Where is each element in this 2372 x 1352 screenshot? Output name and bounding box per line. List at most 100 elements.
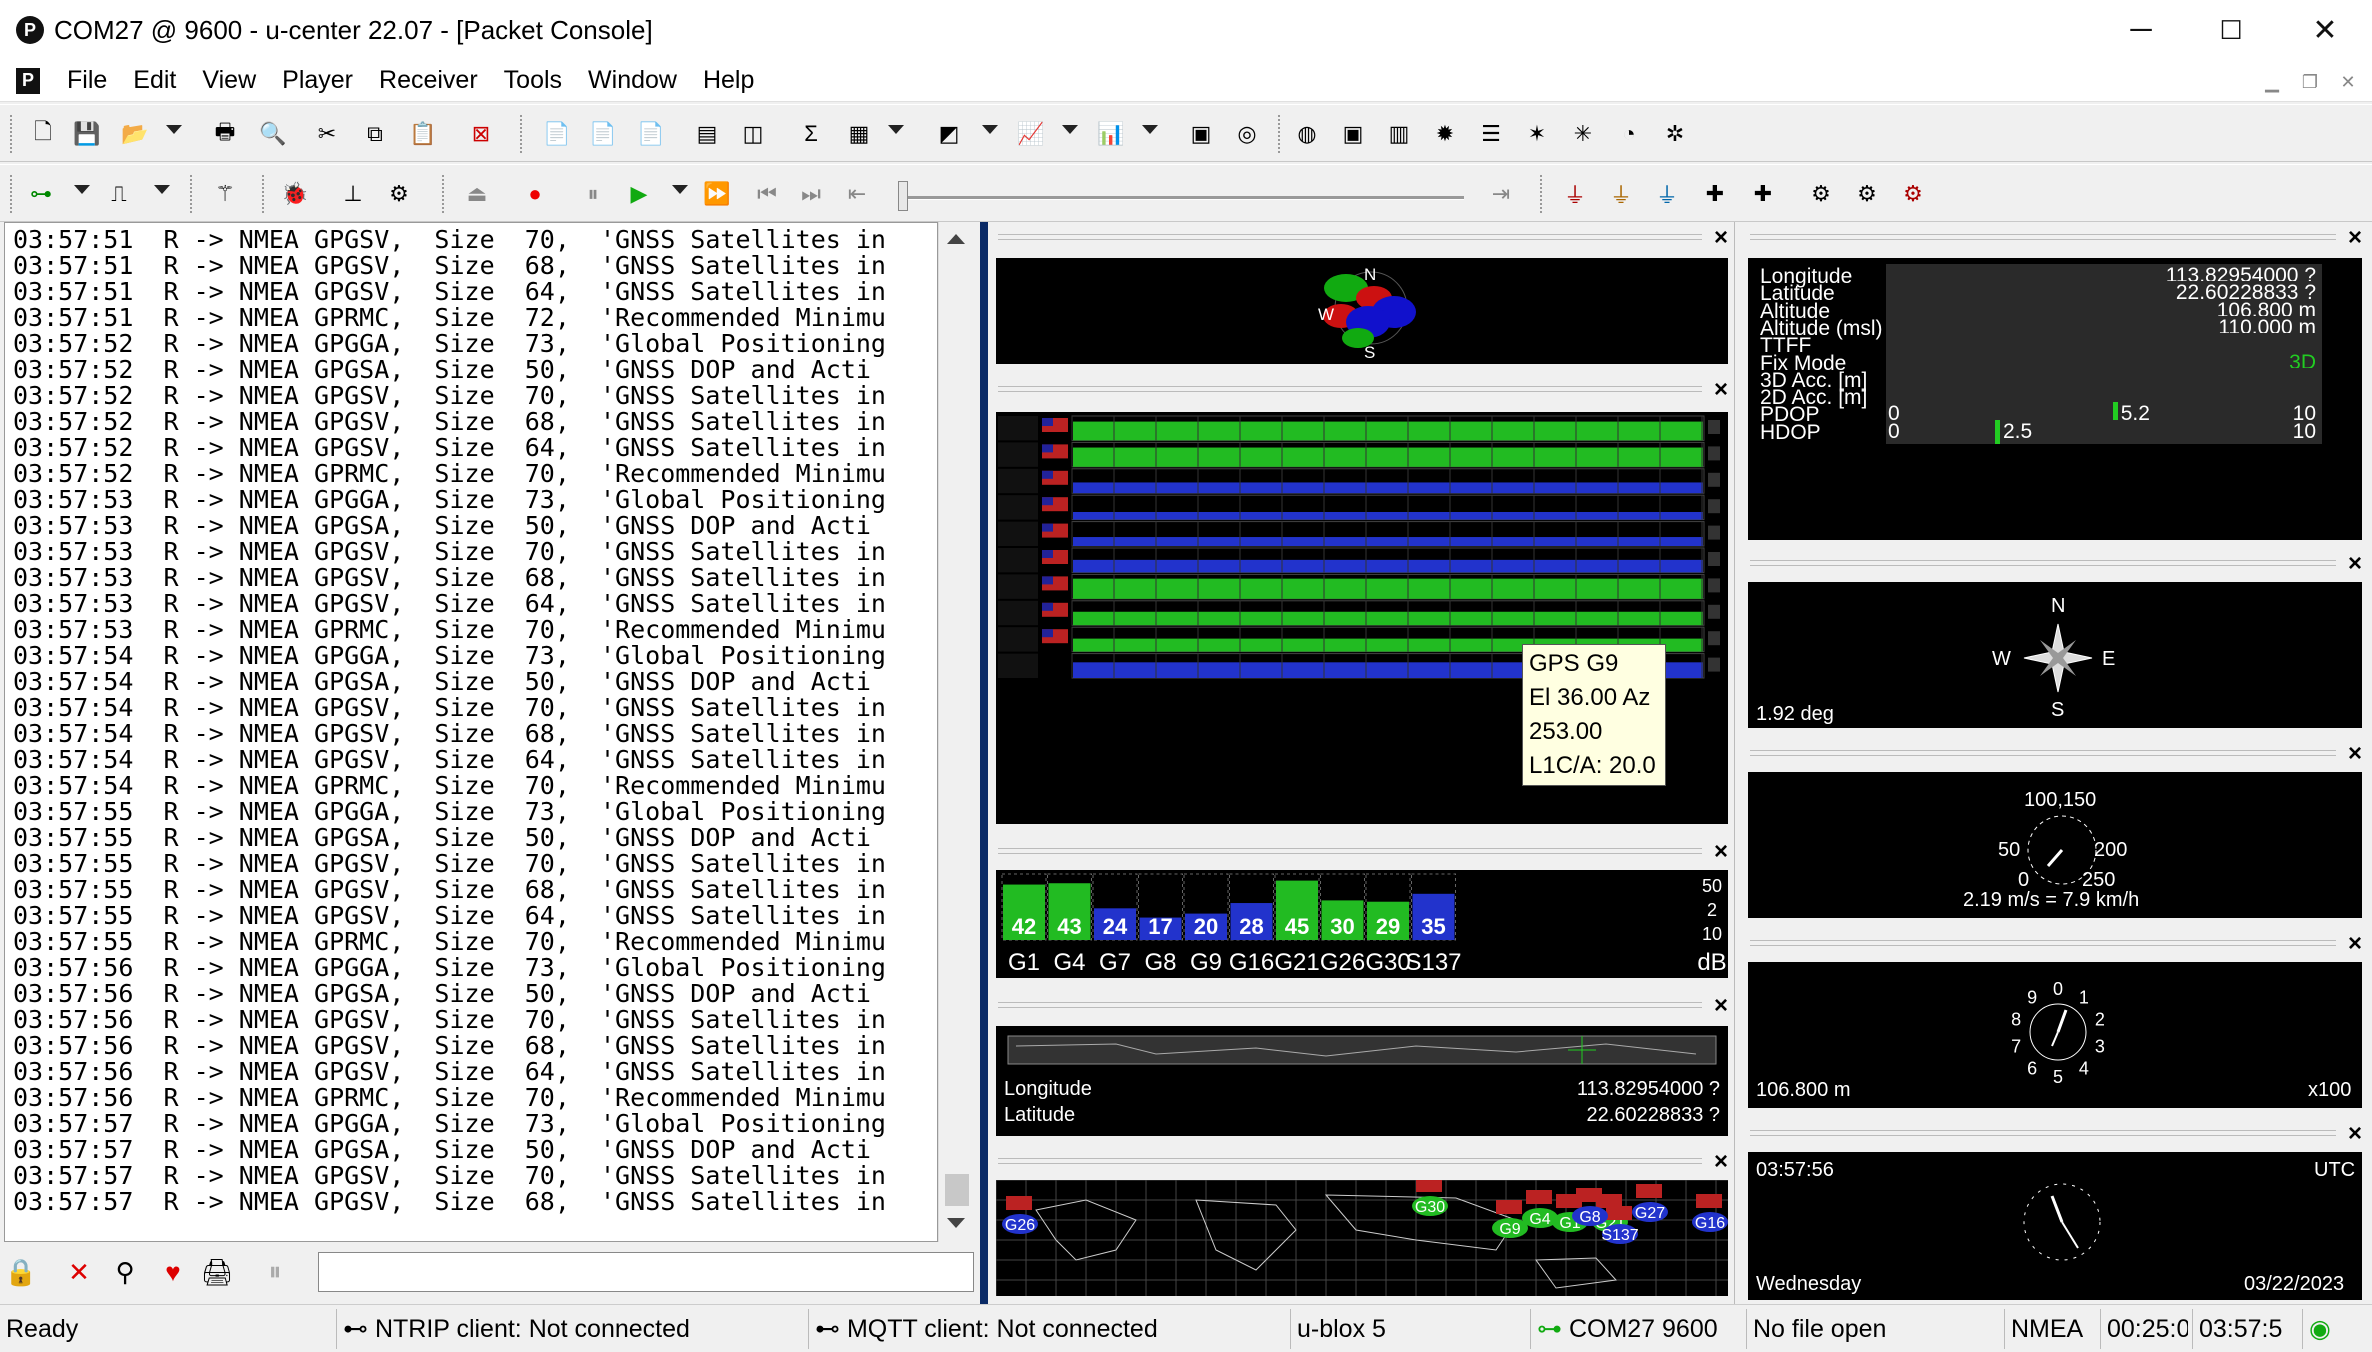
close-view-icon[interactable]: × xyxy=(2348,224,2362,252)
print-preview-icon[interactable]: 🔍 xyxy=(258,119,288,149)
cut-icon[interactable]: ✂ xyxy=(312,119,342,149)
menu-receiver[interactable]: Receiver xyxy=(366,66,491,95)
heart-filter-icon[interactable]: ♥ xyxy=(156,1254,190,1290)
messages-view-icon[interactable]: Σ xyxy=(796,119,826,149)
config-load-icon[interactable]: 📄 xyxy=(588,119,618,149)
settings-gear3-icon[interactable]: ⚙ xyxy=(1898,179,1928,209)
print-icon[interactable]: 🖶 xyxy=(210,119,240,149)
gnss-config2-icon[interactable]: ✚ xyxy=(1748,179,1778,209)
close-view-icon[interactable]: × xyxy=(2348,930,2362,958)
config-file-icon[interactable]: 📄 xyxy=(542,119,572,149)
mdi-restore-button[interactable]: ❐ xyxy=(2294,68,2326,96)
cold-start-icon[interactable]: ⏚ xyxy=(1652,179,1682,209)
step-forward-icon[interactable]: ⏭ xyxy=(796,179,826,209)
lock-icon[interactable]: 🔒 xyxy=(4,1254,38,1290)
sky-plot-icon[interactable]: ▣ xyxy=(1338,119,1368,149)
menu-tools[interactable]: Tools xyxy=(491,66,575,95)
chart-view-icon[interactable]: ◩ xyxy=(934,119,964,149)
histogram-dropdown-icon[interactable] xyxy=(1142,125,1158,134)
baudrate-dropdown-icon[interactable] xyxy=(154,185,170,194)
menu-player[interactable]: Player xyxy=(269,66,366,95)
histogram-icon[interactable]: 📊 xyxy=(1096,119,1126,149)
connection-dropdown-icon[interactable] xyxy=(74,185,90,194)
settings-gear-icon[interactable]: ⚙ xyxy=(1806,179,1836,209)
play-dropdown-icon[interactable] xyxy=(672,185,688,194)
scroll-thumb[interactable] xyxy=(945,1174,969,1206)
close-view-icon[interactable]: × xyxy=(2348,550,2362,578)
close-view-icon[interactable]: × xyxy=(2348,740,2362,768)
connection-icon[interactable]: ⊶ xyxy=(26,179,56,209)
close-button[interactable]: ✕ xyxy=(2280,0,2370,60)
status-ntrip[interactable]: ⊷ NTRIP client: Not connected xyxy=(336,1309,782,1349)
tools-icon[interactable]: ⚙ xyxy=(384,179,414,209)
pause-icon[interactable]: ⏸ xyxy=(578,179,608,209)
menu-view[interactable]: View xyxy=(189,66,269,95)
toolbar-grip-6[interactable] xyxy=(262,175,266,213)
toolbar-grip-5[interactable] xyxy=(190,175,194,213)
open-folder-icon[interactable]: 📂 xyxy=(120,119,150,149)
device-icon[interactable]: 🖨 xyxy=(200,1254,234,1290)
fast-forward-icon[interactable]: ⏩ xyxy=(702,179,732,209)
toolbar-grip-7[interactable] xyxy=(442,175,446,213)
baudrate-icon[interactable]: ⎍ xyxy=(104,179,134,209)
close-view-icon[interactable]: × xyxy=(1714,1148,1728,1176)
packet-view-icon[interactable]: ▤ xyxy=(692,119,722,149)
status-port[interactable]: ⊶ COM27 9600 xyxy=(1530,1309,1740,1349)
toolbar-grip-3[interactable] xyxy=(1278,115,1282,153)
line-chart-icon[interactable]: 📈 xyxy=(1016,119,1046,149)
toolbar-grip-8[interactable] xyxy=(1540,175,1544,213)
menu-help[interactable]: Help xyxy=(690,66,767,95)
rewind-icon[interactable]: ⇤ xyxy=(842,179,872,209)
compass-view-icon[interactable]: ✶ xyxy=(1522,119,1552,149)
warm-start-icon[interactable]: ⏚ xyxy=(1606,179,1636,209)
chart-dropdown-icon[interactable] xyxy=(982,125,998,134)
altimeter-view-icon[interactable]: ◔ xyxy=(1614,119,1644,149)
view-dropdown-icon[interactable] xyxy=(888,125,904,134)
close-view-icon[interactable]: × xyxy=(1714,992,1728,1020)
save-icon[interactable]: 💾 xyxy=(72,119,102,149)
autobaud-icon[interactable]: ⚚ xyxy=(210,179,240,209)
config-save-icon[interactable]: 📄 xyxy=(636,119,666,149)
menu-edit[interactable]: Edit xyxy=(120,66,189,95)
table-view-icon[interactable]: ▦ xyxy=(844,119,874,149)
menu-file[interactable]: File xyxy=(54,66,120,95)
binary-view-icon[interactable]: ◫ xyxy=(738,119,768,149)
u-center-app-icon[interactable]: P xyxy=(16,16,44,44)
close-view-icon[interactable]: × xyxy=(1714,838,1728,866)
minimize-button[interactable]: ─ xyxy=(2096,0,2186,60)
gnss-config-icon[interactable]: ✚ xyxy=(1700,179,1730,209)
menu-window[interactable]: Window xyxy=(575,66,690,95)
line-chart-dropdown-icon[interactable] xyxy=(1062,125,1078,134)
toolbar-grip-4[interactable] xyxy=(10,175,14,213)
copy-icon[interactable]: ⧉ xyxy=(360,119,390,149)
settings-gear2-icon[interactable]: ⚙ xyxy=(1852,179,1882,209)
command-input[interactable] xyxy=(318,1252,974,1292)
sky-view-icon[interactable]: ◍ xyxy=(1292,119,1322,149)
clear-icon[interactable]: ⊠ xyxy=(466,119,496,149)
playback-slider-thumb[interactable] xyxy=(898,181,908,211)
splitter-right[interactable] xyxy=(1734,222,1742,1304)
deviation-map-icon[interactable]: ◎ xyxy=(1232,119,1262,149)
close-view-icon[interactable]: × xyxy=(2348,1120,2362,1148)
mdi-minimize-button[interactable]: ▁ xyxy=(2256,68,2288,96)
status-mqtt[interactable]: ⊷ MQTT client: Not connected xyxy=(808,1309,1258,1349)
step-back-icon[interactable]: ⏮ xyxy=(752,179,782,209)
debug-icon[interactable]: 🐞 xyxy=(280,179,310,209)
record-icon[interactable]: ● xyxy=(520,179,550,209)
signal-view-icon[interactable]: ▥ xyxy=(1384,119,1414,149)
new-file-icon[interactable]: 🗋 xyxy=(28,119,58,149)
dock-icon[interactable]: ⊥ xyxy=(338,179,368,209)
pause-console-icon[interactable]: ⏸ xyxy=(258,1254,292,1290)
filter-pc-icon[interactable]: ⚲ xyxy=(108,1254,142,1290)
speed-view-icon[interactable]: ✳ xyxy=(1568,119,1598,149)
playback-slider-track[interactable] xyxy=(902,196,1464,200)
clock-view-icon[interactable]: ✲ xyxy=(1660,119,1690,149)
scroll-up-arrow-icon[interactable] xyxy=(947,234,965,244)
scroll-down-arrow-icon[interactable] xyxy=(947,1218,965,1228)
maximize-button[interactable]: ☐ xyxy=(2186,0,2276,60)
document-icon[interactable]: P xyxy=(16,67,40,94)
play-icon[interactable]: ▶ xyxy=(624,179,654,209)
eject-icon[interactable]: ⏏ xyxy=(462,179,492,209)
packet-console[interactable]: 03:57:51 R -> NMEA GPGSV, Size 70, 'GNSS… xyxy=(4,222,938,1242)
splitter-left[interactable] xyxy=(980,222,988,1304)
